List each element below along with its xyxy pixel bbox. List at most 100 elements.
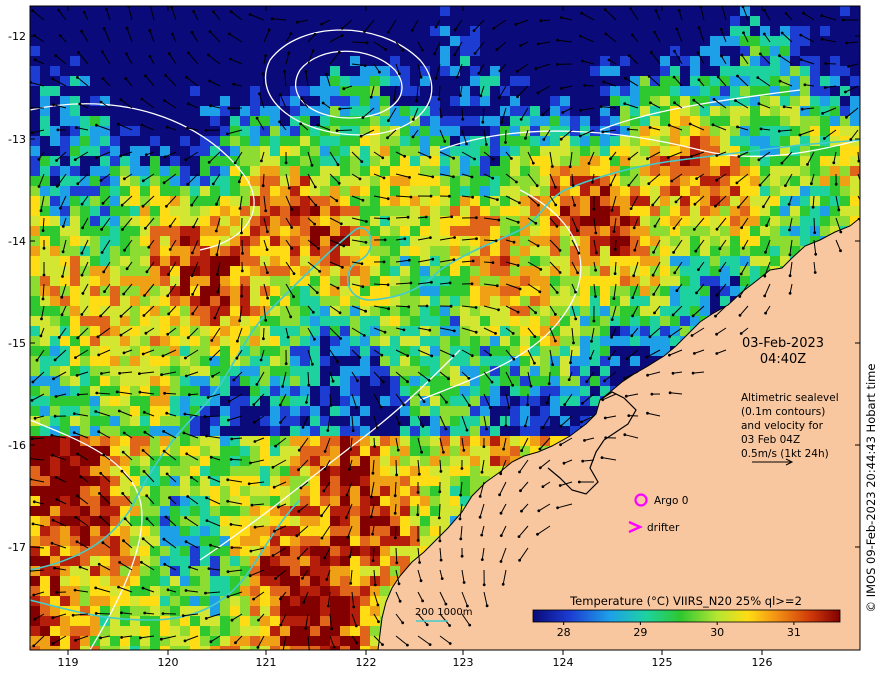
sst-cell — [360, 276, 371, 287]
sst-cell — [210, 516, 221, 527]
sst-cell — [610, 46, 621, 57]
sst-cell — [130, 6, 141, 17]
sst-cell — [310, 556, 321, 567]
sst-cell — [330, 406, 341, 417]
sst-cell — [310, 276, 321, 287]
sst-cell — [150, 356, 161, 367]
sst-cell — [310, 306, 321, 317]
sst-cell — [30, 536, 41, 547]
sst-cell — [30, 166, 41, 177]
sst-cell — [580, 356, 591, 367]
sst-cell — [340, 86, 351, 97]
sst-cell — [100, 466, 111, 477]
sst-cell — [200, 226, 211, 237]
sst-cell — [200, 336, 211, 347]
sst-cell — [430, 336, 441, 347]
sst-cell — [260, 246, 271, 257]
sst-cell — [200, 86, 211, 97]
sst-cell — [330, 176, 341, 187]
sst-cell — [730, 186, 741, 197]
sst-cell — [280, 26, 291, 37]
sst-cell — [510, 396, 521, 407]
sst-cell — [160, 546, 171, 557]
sst-cell — [360, 426, 371, 437]
sst-cell — [540, 356, 551, 367]
sst-cell — [280, 256, 291, 267]
sst-cell — [490, 426, 501, 437]
sst-cell — [150, 156, 161, 167]
sst-cell — [290, 196, 301, 207]
sst-cell — [90, 16, 101, 27]
sst-cell — [50, 76, 61, 87]
sst-cell — [730, 166, 741, 177]
sst-cell — [220, 46, 231, 57]
sst-cell — [660, 216, 671, 227]
sst-cell — [50, 156, 61, 167]
sst-cell — [710, 176, 721, 187]
sst-cell — [190, 396, 201, 407]
sst-cell — [150, 66, 161, 77]
sst-cell — [380, 456, 391, 467]
sst-cell — [350, 586, 361, 597]
sst-cell — [80, 506, 91, 517]
sst-cell — [830, 196, 841, 207]
sst-cell — [340, 326, 351, 337]
sst-cell — [520, 356, 531, 367]
sst-cell — [80, 396, 91, 407]
sst-cell — [650, 116, 661, 127]
sst-cell — [140, 206, 151, 217]
sst-cell — [160, 596, 171, 607]
sst-cell — [370, 16, 381, 27]
sst-cell — [750, 56, 761, 67]
sst-cell — [550, 386, 561, 397]
sst-cell — [150, 206, 161, 217]
sst-cell — [830, 66, 841, 77]
sst-cell — [770, 106, 781, 117]
sst-cell — [300, 296, 311, 307]
sst-cell — [500, 216, 511, 227]
sst-cell — [90, 326, 101, 337]
sst-cell — [150, 536, 161, 547]
sst-cell — [410, 146, 421, 157]
sst-cell — [430, 216, 441, 227]
sst-cell — [260, 166, 271, 177]
sst-cell — [300, 516, 311, 527]
sst-cell — [200, 206, 211, 217]
sst-cell — [460, 106, 471, 117]
sst-cell — [290, 366, 301, 377]
sst-cell — [440, 206, 451, 217]
sst-cell — [110, 136, 121, 147]
sst-cell — [540, 96, 551, 107]
sst-cell — [440, 26, 451, 37]
sst-cell — [120, 266, 131, 277]
sst-cell — [830, 16, 841, 27]
sst-cell — [360, 36, 371, 47]
sst-cell — [710, 286, 721, 297]
sst-cell — [660, 176, 671, 187]
sst-cell — [230, 296, 241, 307]
sst-cell — [550, 426, 561, 437]
sst-cell — [480, 436, 491, 447]
sst-cell — [530, 266, 541, 277]
sst-cell — [670, 96, 681, 107]
sst-cell — [350, 476, 361, 487]
sst-cell — [390, 556, 401, 567]
sst-cell — [570, 366, 581, 377]
sst-cell — [80, 446, 91, 457]
sst-cell — [330, 96, 341, 107]
sst-cell — [280, 156, 291, 167]
sst-cell — [490, 246, 501, 257]
sst-cell — [130, 176, 141, 187]
sst-cell — [270, 6, 281, 17]
sst-cell — [180, 146, 191, 157]
sst-cell — [40, 246, 51, 257]
sst-cell — [230, 256, 241, 267]
sst-cell — [330, 26, 341, 37]
sst-cell — [70, 326, 81, 337]
sst-cell — [540, 66, 551, 77]
sst-cell — [290, 376, 301, 387]
sst-cell — [220, 186, 231, 197]
sst-cell — [690, 56, 701, 67]
sst-cell — [270, 266, 281, 277]
sst-cell — [640, 36, 651, 47]
